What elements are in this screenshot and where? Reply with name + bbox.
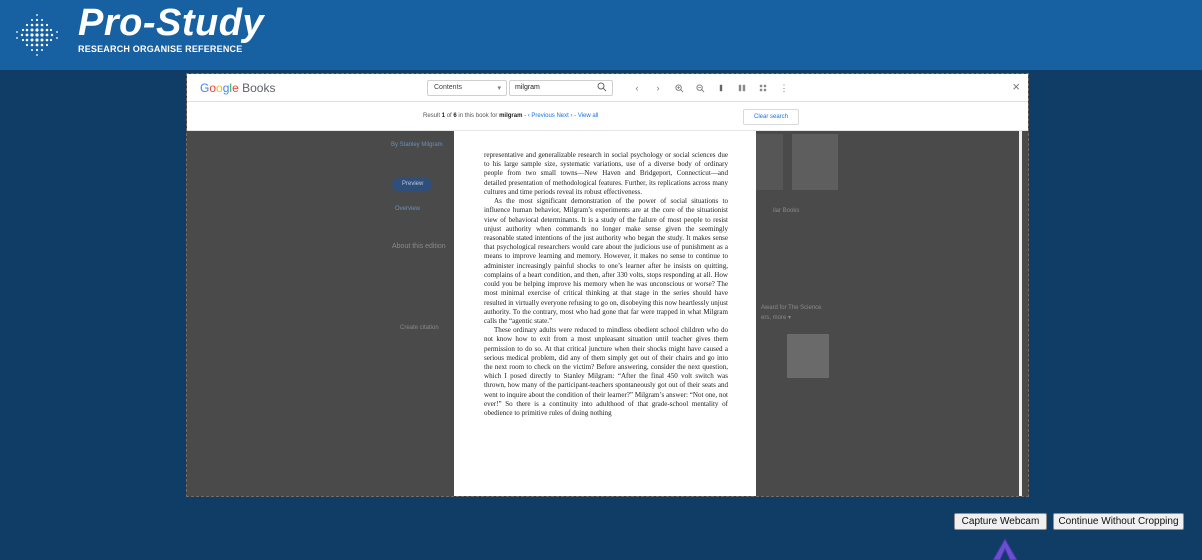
bg-byline: By Stanley Milgram <box>391 142 443 148</box>
bg-tab-overview: Overview <box>395 206 421 212</box>
single-page-view-icon[interactable] <box>715 82 727 94</box>
more-options-icon[interactable]: ⋮ <box>778 82 790 94</box>
search-value: milgram <box>515 84 540 91</box>
previous-result-link[interactable]: ‹ Previous <box>528 113 555 119</box>
next-page-icon[interactable]: › <box>652 82 664 94</box>
brand-letter: o <box>216 81 223 95</box>
bg-author-photo <box>787 334 829 378</box>
clear-search-button[interactable]: Clear search <box>743 109 799 125</box>
bg-create-citation: Create citation <box>400 325 439 331</box>
app-title: Pro-Study <box>78 2 265 44</box>
brand-letter: e <box>232 81 239 95</box>
page-paragraph: representative and generalizable researc… <box>484 151 728 196</box>
bg-similar-books: ilar Books <box>773 208 800 214</box>
bg-about: About this edition <box>392 243 446 250</box>
brand-books-word: Books <box>242 81 276 95</box>
continue-without-cropping-button[interactable]: Continue Without Cropping <box>1053 513 1184 530</box>
previous-page-icon[interactable]: ‹ <box>631 82 643 94</box>
page-paragraph: As the most significant demonstration of… <box>484 197 728 325</box>
globe-logo-icon <box>16 14 58 56</box>
thumbnail-view-icon[interactable] <box>757 82 769 94</box>
next-result-link[interactable]: Next › <box>556 113 572 119</box>
page-edge-strip <box>1019 131 1022 496</box>
view-all-link[interactable]: View all <box>578 113 599 119</box>
bg-more-link: ers, more ▾ <box>761 315 792 321</box>
result-in-book-for: in this book for <box>456 113 500 119</box>
app-header: Pro-Study RESEARCH ORGANISE REFERENCE <box>0 0 1202 70</box>
google-books-logo[interactable]: Google Books <box>200 81 275 95</box>
result-prefix: Result <box>423 113 442 119</box>
bg-reader-link: Award for The Science <box>761 305 822 311</box>
viewer-tools: ‹ › ⋮ <box>631 80 790 96</box>
page-paragraph: These ordinary adults were reduced to mi… <box>484 326 728 418</box>
result-summary: Result 1 of 6 in this book for milgram -… <box>423 113 599 119</box>
bg-thumbnail <box>792 134 838 190</box>
zoom-out-icon[interactable] <box>694 82 706 94</box>
result-term: milgram <box>499 113 523 119</box>
zoom-in-icon[interactable] <box>673 82 685 94</box>
contents-label: Contents <box>434 84 463 91</box>
capture-webcam-button[interactable]: Capture Webcam <box>954 513 1047 530</box>
two-page-view-icon[interactable] <box>736 82 748 94</box>
book-viewer-frame: Google Books Contents ▾ milgram ‹ › ⋮ × … <box>186 73 1029 497</box>
chevron-down-icon: ▾ <box>497 85 501 92</box>
bg-preview-chip: Preview <box>392 178 432 191</box>
brand-letter: G <box>200 81 210 95</box>
search-in-book-input[interactable]: milgram <box>509 80 613 96</box>
pro-study-logo: Pro-Study RESEARCH ORGANISE REFERENCE <box>8 2 278 64</box>
close-icon[interactable]: × <box>1012 79 1020 94</box>
contents-dropdown[interactable]: Contents ▾ <box>427 80 507 96</box>
app-subtitle: RESEARCH ORGANISE REFERENCE <box>78 44 243 54</box>
book-page-text: representative and generalizable researc… <box>484 151 728 418</box>
book-page: representative and generalizable researc… <box>454 131 756 496</box>
arrow-pointer-icon <box>992 538 1018 560</box>
viewer-toolbar: Google Books Contents ▾ milgram ‹ › ⋮ × <box>187 74 1028 102</box>
search-result-bar: Result 1 of 6 in this book for milgram -… <box>187 102 1028 131</box>
search-icon[interactable] <box>597 82 607 92</box>
